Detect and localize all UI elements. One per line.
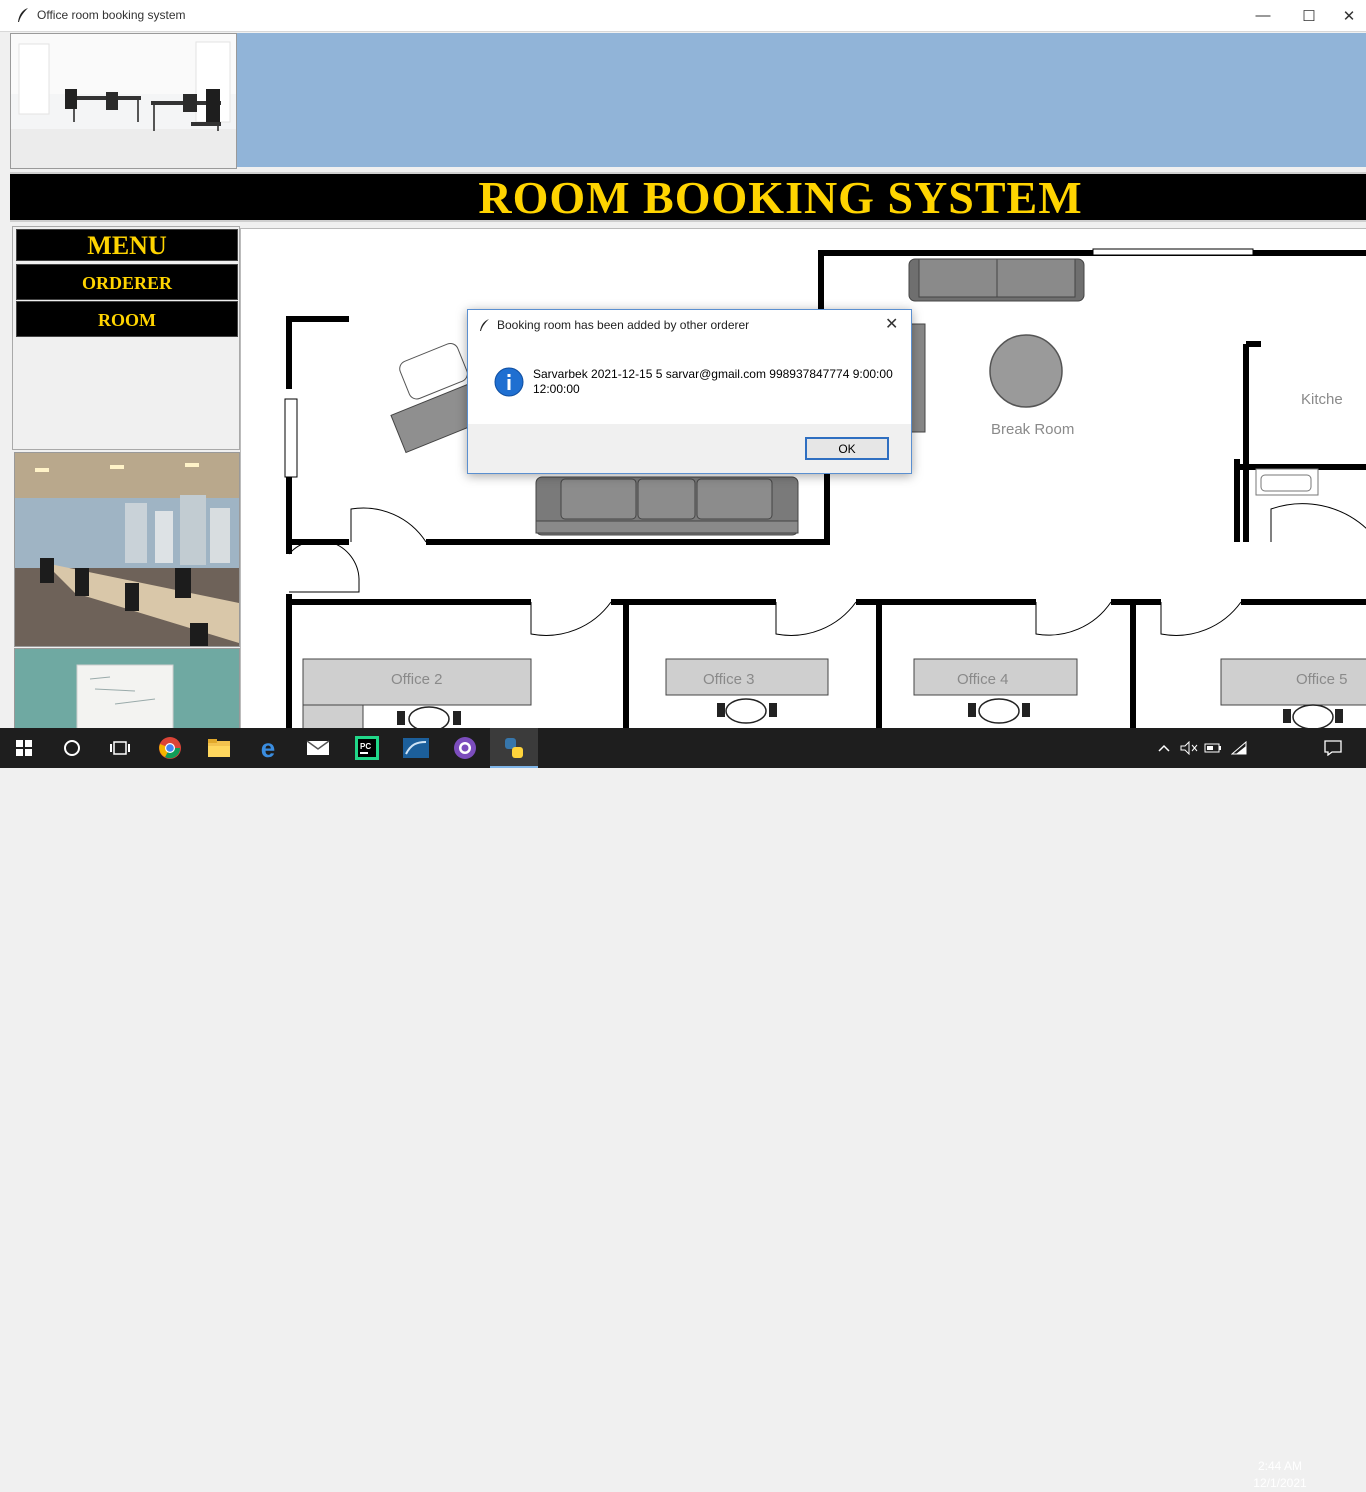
mail-icon[interactable] <box>294 728 342 768</box>
banner-title: ROOM BOOKING SYSTEM <box>478 172 1083 223</box>
room-label-office-3: Office 3 <box>703 671 754 688</box>
chevron-up-icon[interactable] <box>1154 728 1174 768</box>
pycharm-icon[interactable]: PC <box>343 728 391 768</box>
info-dialog: Booking room has been added by other ord… <box>467 309 912 474</box>
header-blue-panel <box>237 33 1366 167</box>
dialog-message-line: 12:00:00 <box>533 382 580 396</box>
notification-icon[interactable] <box>1318 728 1348 768</box>
taskbar-clock[interactable]: 2:44 AM 12/1/2021 <box>1252 1458 1308 1492</box>
dialog-message: Sarvarbek 2021-12-15 5 sarvar@gmail.com … <box>533 367 893 397</box>
room-label-break-room: Break Room <box>991 421 1074 438</box>
floor-plan: Break Room Kitche Office 2 Office 3 Offi <box>240 228 1366 729</box>
cortana-icon[interactable] <box>48 728 96 768</box>
taskbar: e PC 2:44 AM 12/1/2021 <box>0 728 1366 1490</box>
feather-icon <box>480 319 489 331</box>
office-photo <box>14 452 240 647</box>
office-header-image <box>10 33 237 169</box>
file-explorer-icon[interactable] <box>195 728 243 768</box>
dialog-message-line: Sarvarbek 2021-12-15 5 sarvar@gmail.com … <box>533 367 893 381</box>
start-icon[interactable] <box>0 728 48 768</box>
room-label-office-5: Office 5 <box>1296 671 1347 688</box>
banner: ROOM BOOKING SYSTEM <box>10 172 1366 222</box>
volume-muted-icon[interactable] <box>1178 728 1200 768</box>
clock-time: 2:44 AM <box>1257 1459 1303 1473</box>
python-icon[interactable] <box>490 728 538 768</box>
svg-text:PC: PC <box>360 742 371 751</box>
close-button[interactable]: ✕ <box>1332 0 1366 31</box>
mysql-workbench-icon[interactable] <box>392 728 440 768</box>
window-title-bar: Office room booking system — ☐ ✕ <box>0 0 1366 32</box>
maximize-button[interactable]: ☐ <box>1286 0 1332 31</box>
window-title: Office room booking system <box>37 8 186 22</box>
room-label-office-2: Office 2 <box>391 671 442 688</box>
info-icon <box>494 367 524 397</box>
chrome-icon[interactable] <box>146 728 194 768</box>
whiteboard-photo <box>14 648 240 730</box>
menu-item-orderer[interactable]: ORDERER <box>16 264 238 300</box>
room-label-kitchen: Kitche <box>1301 391 1343 408</box>
dialog-close-button[interactable]: ✕ <box>885 314 898 334</box>
github-desktop-icon[interactable] <box>441 728 489 768</box>
menu-item-room[interactable]: ROOM <box>16 301 238 337</box>
feather-icon <box>18 8 28 22</box>
minimize-button[interactable]: — <box>1240 0 1286 31</box>
ok-button[interactable]: OK <box>805 437 889 460</box>
task-view-icon[interactable] <box>96 728 144 768</box>
room-label-office-4: Office 4 <box>957 671 1008 688</box>
dialog-title: Booking room has been added by other ord… <box>497 318 750 332</box>
clock-date: 12/1/2021 <box>1253 1476 1307 1490</box>
battery-icon[interactable] <box>1202 728 1224 768</box>
menu-title: MENU <box>16 229 238 261</box>
edge-icon[interactable]: e <box>244 728 292 768</box>
wifi-icon[interactable] <box>1228 728 1250 768</box>
